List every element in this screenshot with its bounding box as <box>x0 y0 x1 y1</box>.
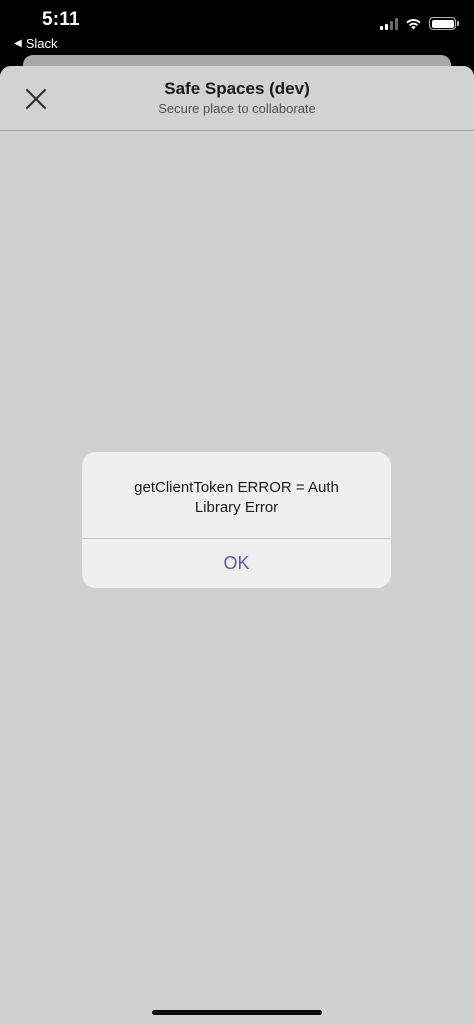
battery-icon <box>429 17 459 30</box>
ok-button[interactable]: OK <box>82 539 391 588</box>
alert-message: getClientToken ERROR = Auth Library Erro… <box>134 479 339 516</box>
phone-screen: 5:11 ◀ Slack Safe Spaces (dev) Secure pl… <box>0 0 474 1025</box>
back-triangle-icon: ◀ <box>14 38 22 49</box>
error-alert-dialog: getClientToken ERROR = Auth Library Erro… <box>82 452 391 588</box>
home-indicator[interactable] <box>152 1010 322 1015</box>
page-title: Safe Spaces (dev) <box>164 79 310 98</box>
back-to-app-label: Slack <box>25 36 58 51</box>
cellular-signal-icon <box>380 17 398 30</box>
wifi-icon <box>405 17 422 30</box>
back-to-app-button[interactable]: ◀ Slack <box>14 36 58 51</box>
sheet-header: Safe Spaces (dev) Secure place to collab… <box>0 66 474 131</box>
status-time: 5:11 <box>42 9 80 30</box>
page-subtitle: Secure place to collaborate <box>158 101 316 116</box>
status-bar: 5:11 ◀ Slack <box>0 0 474 56</box>
status-icons <box>380 17 459 30</box>
